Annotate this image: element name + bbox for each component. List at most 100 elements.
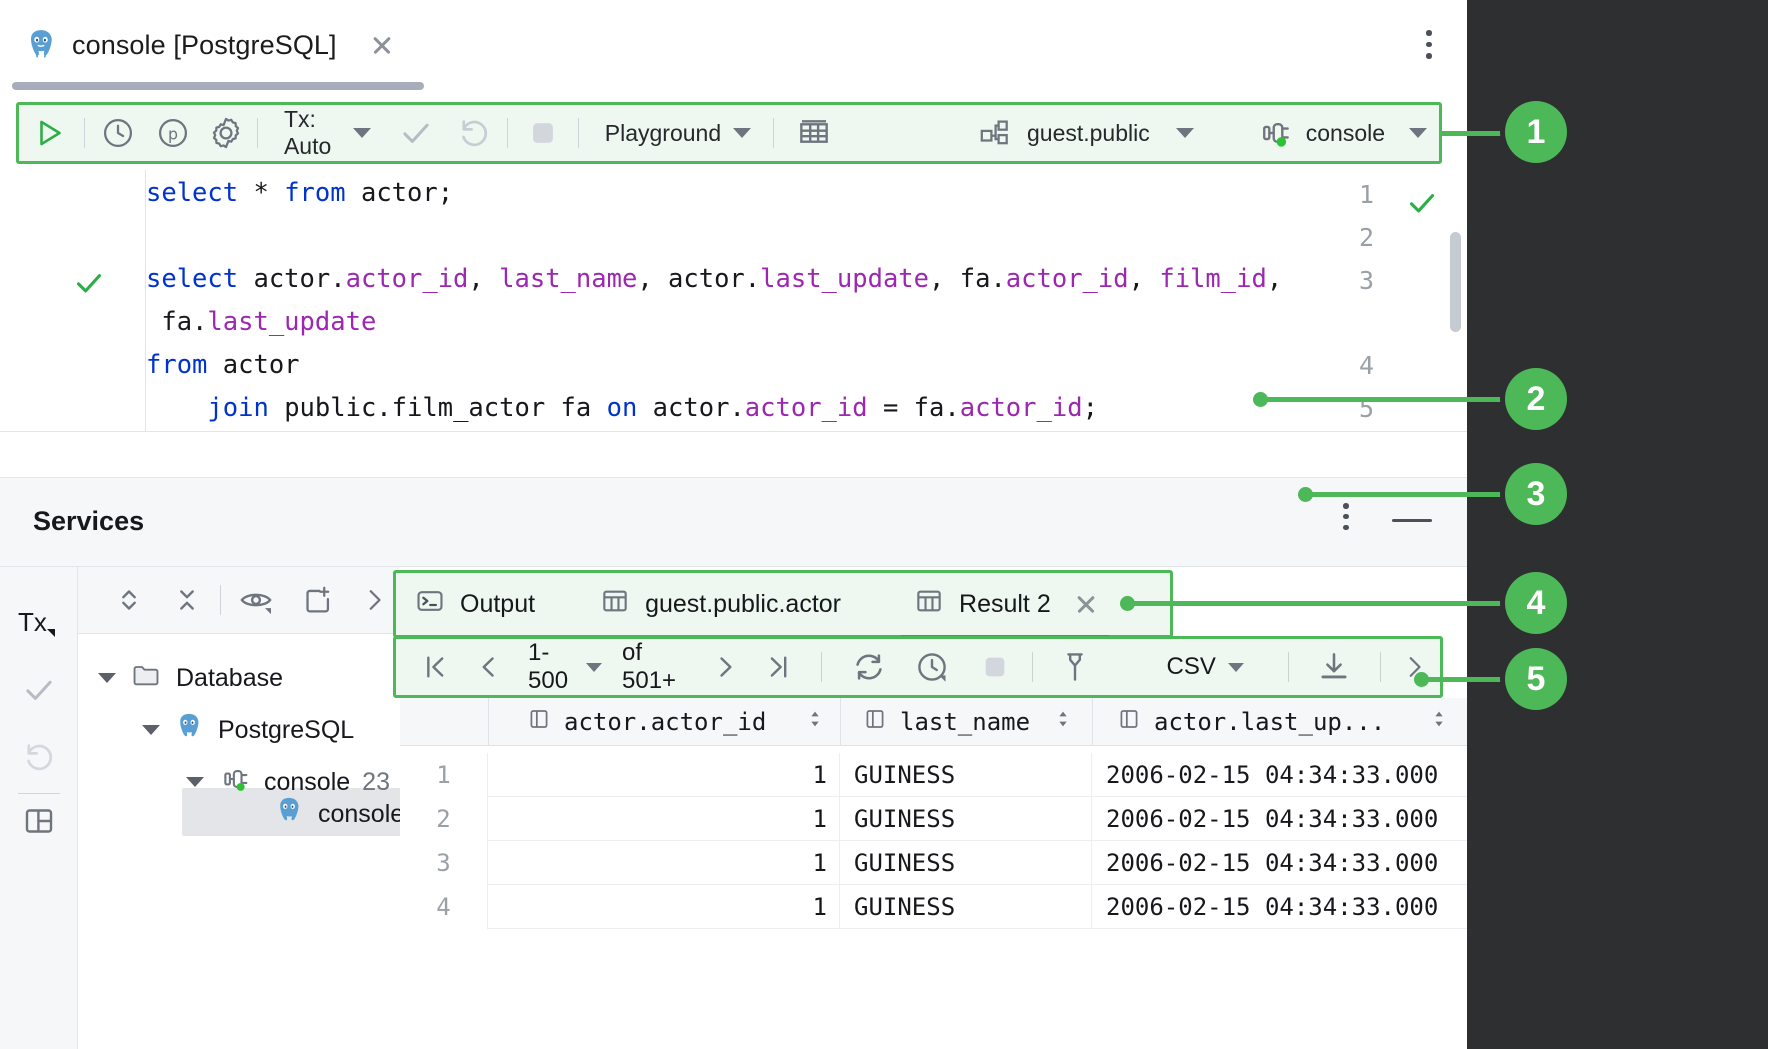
sort-updown-icon[interactable] bbox=[804, 708, 826, 736]
close-icon[interactable] bbox=[369, 32, 395, 58]
inspection-status-icon[interactable] bbox=[1405, 186, 1439, 225]
cell-actor-id[interactable]: 1 bbox=[488, 841, 840, 885]
tree-node-postgresql[interactable]: PostgreSQL bbox=[142, 706, 354, 754]
code-line-1: select * from actor; bbox=[146, 178, 453, 208]
toolbar-divider bbox=[1380, 652, 1381, 682]
chevron-down-icon bbox=[733, 128, 751, 138]
code-token: actor bbox=[207, 350, 299, 380]
chevron-down-icon[interactable] bbox=[186, 777, 204, 787]
new-tab-plus-icon[interactable] bbox=[287, 569, 349, 631]
column-header-last-update[interactable]: actor.last_up... bbox=[1116, 698, 1450, 746]
page-range-selector[interactable]: 1-500 bbox=[514, 639, 608, 695]
export-format-selector[interactable]: CSV bbox=[1111, 639, 1252, 695]
cell-last-update[interactable]: 2006-02-15 04:34:33.000 bbox=[1092, 797, 1467, 841]
rollback-arrow-icon[interactable] bbox=[0, 739, 78, 775]
sort-updown-icon[interactable] bbox=[1052, 708, 1074, 736]
parameters-p-icon[interactable]: p bbox=[148, 102, 198, 164]
schema-label: guest.public bbox=[1027, 120, 1150, 147]
code-content[interactable]: select * from actor; select actor.actor_… bbox=[146, 170, 1467, 431]
code-token: public.film_actor fa bbox=[269, 393, 607, 423]
tab-guest-public-actor[interactable]: guest.public.actor bbox=[581, 573, 859, 635]
services-left-rail: Tx bbox=[0, 567, 78, 1049]
chevron-down-icon[interactable] bbox=[142, 725, 160, 735]
cell-last-update[interactable]: 2006-02-15 04:34:33.000 bbox=[1092, 885, 1467, 929]
playground-selector[interactable]: Playground bbox=[583, 102, 769, 164]
cell-last-update[interactable]: 2006-02-15 04:34:33.000 bbox=[1092, 841, 1467, 885]
toolbar-divider bbox=[1288, 652, 1289, 682]
tab-output[interactable]: Output bbox=[396, 573, 553, 635]
table-row[interactable]: 1 1 GUINESS 2006-02-15 04:34:33.000 bbox=[400, 753, 1467, 797]
cell-last-name[interactable]: GUINESS bbox=[840, 841, 1092, 885]
session-selector[interactable]: console bbox=[1212, 102, 1439, 164]
column-header-actor-id[interactable]: actor.actor_id bbox=[526, 698, 826, 746]
sort-updown-icon[interactable] bbox=[1428, 708, 1450, 736]
cell-last-name[interactable]: GUINESS bbox=[840, 885, 1092, 929]
expand-collapse-arrows-icon[interactable] bbox=[100, 569, 158, 631]
cell-last-name[interactable]: GUINESS bbox=[840, 797, 1092, 841]
tab-result-2[interactable]: Result 2 bbox=[895, 573, 1115, 635]
more-vertical-icon[interactable] bbox=[1342, 503, 1350, 533]
editor-tab-title: console [PostgreSQL] bbox=[72, 30, 337, 61]
data-table-icon[interactable] bbox=[778, 102, 851, 164]
more-vertical-icon[interactable] bbox=[1425, 30, 1433, 64]
commit-button[interactable] bbox=[387, 102, 445, 164]
close-icon[interactable] bbox=[1075, 593, 1097, 615]
table-row[interactable]: 3 1 GUINESS 2006-02-15 04:34:33.000 bbox=[400, 841, 1467, 885]
code-token: , fa. bbox=[929, 264, 1006, 294]
clock-history-icon[interactable] bbox=[901, 639, 964, 695]
page-title: Services bbox=[33, 506, 144, 537]
tab-bar-scrollbar[interactable] bbox=[12, 82, 424, 90]
stop-square-icon[interactable] bbox=[964, 639, 1027, 695]
next-page-icon[interactable] bbox=[699, 639, 752, 695]
execute-button[interactable] bbox=[19, 102, 80, 164]
toolbar-divider bbox=[821, 652, 822, 682]
code-token: last_update bbox=[207, 307, 376, 337]
tree-node-console-session[interactable]: console bbox=[274, 790, 404, 838]
result-data-grid[interactable]: actor.actor_id last_name bbox=[400, 698, 1467, 1049]
editor-tab-console[interactable]: console [PostgreSQL] bbox=[24, 22, 395, 68]
checkmark-commit-icon[interactable] bbox=[0, 672, 78, 708]
editor-scrollbar[interactable] bbox=[1450, 232, 1461, 332]
code-token: select bbox=[146, 264, 238, 294]
postgresql-elephant-icon bbox=[174, 712, 204, 749]
refresh-arrows-icon[interactable] bbox=[838, 639, 901, 695]
cell-actor-id[interactable]: 1 bbox=[488, 885, 840, 929]
code-token: last_update bbox=[760, 264, 929, 294]
layout-panels-icon[interactable] bbox=[0, 803, 78, 839]
tree-node-database[interactable]: Database bbox=[98, 654, 283, 702]
prev-page-icon[interactable] bbox=[461, 639, 514, 695]
schema-selector[interactable]: guest.public bbox=[851, 102, 1212, 164]
gear-icon[interactable] bbox=[198, 102, 253, 164]
eye-preview-icon[interactable] bbox=[225, 569, 287, 631]
last-page-icon[interactable] bbox=[752, 639, 805, 695]
code-line-3-wrap: fa.last_update bbox=[146, 307, 376, 337]
download-export-icon[interactable] bbox=[1295, 639, 1374, 695]
column-icon bbox=[862, 706, 888, 738]
sql-editor[interactable]: 1 2 3 4 5 select * from actor; select ac… bbox=[0, 170, 1467, 432]
cell-actor-id[interactable]: 1 bbox=[488, 753, 840, 797]
grid-header-row: actor.actor_id last_name bbox=[400, 698, 1467, 746]
chevron-down-icon bbox=[586, 663, 602, 672]
column-header-last-name[interactable]: last_name bbox=[862, 698, 1074, 746]
table-row[interactable]: 4 1 GUINESS 2006-02-15 04:34:33.000 bbox=[400, 885, 1467, 929]
playground-label: Playground bbox=[605, 120, 721, 147]
chevron-right-icon[interactable] bbox=[1387, 639, 1440, 695]
minimize-icon[interactable] bbox=[1392, 519, 1432, 522]
first-page-icon[interactable] bbox=[408, 639, 461, 695]
tab-label: Output bbox=[460, 590, 535, 619]
toolbar-divider bbox=[773, 118, 774, 148]
chevron-down-icon[interactable] bbox=[98, 673, 116, 683]
stop-button[interactable] bbox=[512, 102, 574, 164]
collapse-all-icon[interactable] bbox=[158, 569, 216, 631]
toolbar-divider bbox=[220, 585, 221, 615]
cell-last-update[interactable]: 2006-02-15 04:34:33.000 bbox=[1092, 753, 1467, 797]
pin-tab-icon[interactable] bbox=[1039, 639, 1110, 695]
rail-tx-label[interactable]: Tx bbox=[18, 607, 47, 638]
table-row[interactable]: 2 1 GUINESS 2006-02-15 04:34:33.000 bbox=[400, 797, 1467, 841]
query-history-button[interactable] bbox=[89, 102, 148, 164]
callout-badge-5: 5 bbox=[1505, 648, 1567, 710]
cell-actor-id[interactable]: 1 bbox=[488, 797, 840, 841]
rollback-button[interactable] bbox=[445, 102, 503, 164]
transaction-mode-selector[interactable]: Tx: Auto bbox=[262, 102, 387, 164]
cell-last-name[interactable]: GUINESS bbox=[840, 753, 1092, 797]
